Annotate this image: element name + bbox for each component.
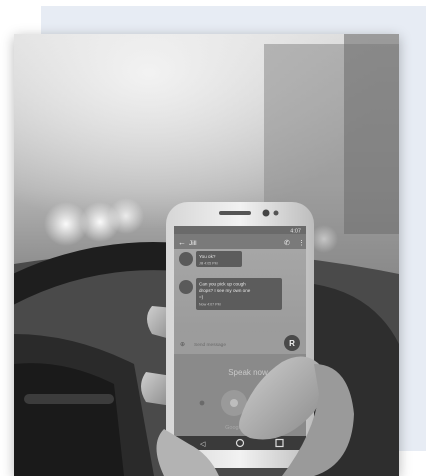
phone-earpiece [219,211,251,215]
message-meta: Jill 4:05 PM [199,262,218,266]
voice-prompt: Speak now [228,368,268,377]
bokeh-light [108,198,144,234]
message-text: You ok? [199,254,216,259]
dash-vent [24,394,114,404]
avatar-letter: R [289,339,295,348]
message-meta: Now 4:07 PM [199,303,221,307]
photo-frame: 4:07 ← Jill ✆ ⋮ You ok? Jill 4:05 PM Can… [14,34,399,476]
phone-camera [262,209,270,217]
avatar [179,280,193,294]
bokeh-light [310,225,338,253]
avatar [179,252,193,266]
menu-icon: ⋮ [298,240,305,247]
message-text: drops? I see my own one [199,288,251,293]
compose-input: Send message [194,342,226,348]
phone-sensor [273,210,279,216]
emoji-icon: ⊕ [180,342,185,348]
message-text: =) [199,295,204,300]
driving-phone-photo: 4:07 ← Jill ✆ ⋮ You ok? Jill 4:05 PM Can… [14,34,399,476]
message-text: Can you pick up cough [199,282,246,287]
nav-back-icon: ◁ [200,441,206,448]
back-arrow-icon: ← [178,238,186,247]
status-bar [174,226,306,234]
building-far-right [344,34,399,234]
voice-dot-icon [199,400,205,406]
mic-icon [230,399,238,407]
chat-title: Jill [189,240,197,247]
status-time: 4:07 [290,229,301,235]
phone-call-icon: ✆ [284,239,290,247]
